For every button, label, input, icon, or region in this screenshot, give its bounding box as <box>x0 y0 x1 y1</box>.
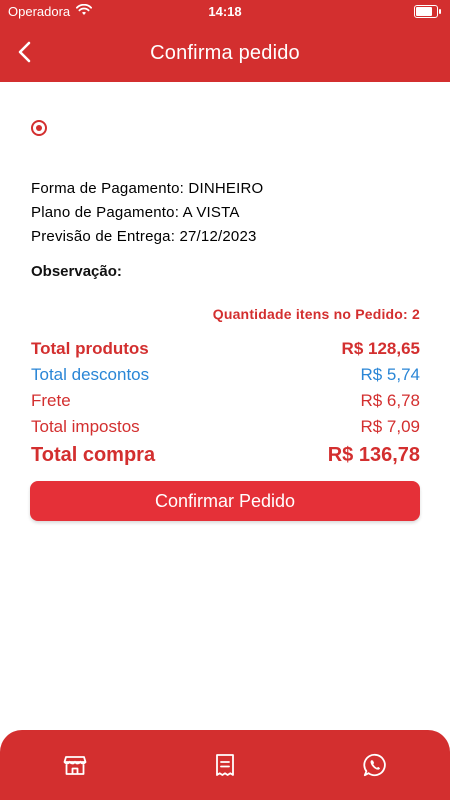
total-discounts-row: Total descontos R$ 5,74 <box>31 362 420 388</box>
total-taxes-row: Total impostos R$ 7,09 <box>31 414 420 440</box>
page-title: Confirma pedido <box>150 42 300 64</box>
status-bar: Operadora 14:18 <box>0 0 450 24</box>
freight-row: Frete R$ 6,78 <box>31 388 420 414</box>
freight-label: Frete <box>31 391 71 410</box>
total-taxes-label: Total impostos <box>31 417 140 436</box>
total-products-label: Total produtos <box>31 339 149 358</box>
confirm-order-button[interactable]: Confirmar Pedido <box>30 481 420 521</box>
store-icon[interactable] <box>60 750 90 780</box>
payment-method-text: Forma de Pagamento: DINHEIRO <box>31 180 264 197</box>
total-taxes-value: R$ 7,09 <box>360 417 420 436</box>
total-purchase-value: R$ 136,78 <box>327 443 420 466</box>
battery-icon <box>414 5 441 18</box>
payment-radio-button[interactable] <box>31 120 47 136</box>
totals-list: Total produtos R$ 128,65 Total descontos… <box>31 336 420 470</box>
order-info-block: Forma de Pagamento: DINHEIRO Plano de Pa… <box>31 177 263 249</box>
items-quantity-text: Quantidade itens no Pedido: 2 <box>212 306 420 322</box>
receipt-icon[interactable] <box>210 750 240 780</box>
status-time: 14:18 <box>208 4 242 19</box>
total-discounts-value: R$ 5,74 <box>360 365 420 384</box>
total-purchase-row: Total compra R$ 136,78 <box>31 440 420 470</box>
observation-label: Observação: <box>31 263 122 280</box>
payment-plan-text: Plano de Pagamento: A VISTA <box>31 204 240 221</box>
app-header: Operadora 14:18 Confirma pedido <box>0 0 450 82</box>
radio-selected-dot <box>36 125 42 131</box>
whatsapp-icon[interactable] <box>360 750 390 780</box>
total-discounts-label: Total descontos <box>31 365 150 384</box>
delivery-forecast-text: Previsão de Entrega: 27/12/2023 <box>31 228 257 245</box>
total-purchase-label: Total compra <box>31 443 156 466</box>
total-products-value: R$ 128,65 <box>341 339 420 358</box>
total-products-row: Total produtos R$ 128,65 <box>31 336 420 362</box>
freight-value: R$ 6,78 <box>360 391 420 410</box>
bottom-navigation <box>0 730 450 800</box>
